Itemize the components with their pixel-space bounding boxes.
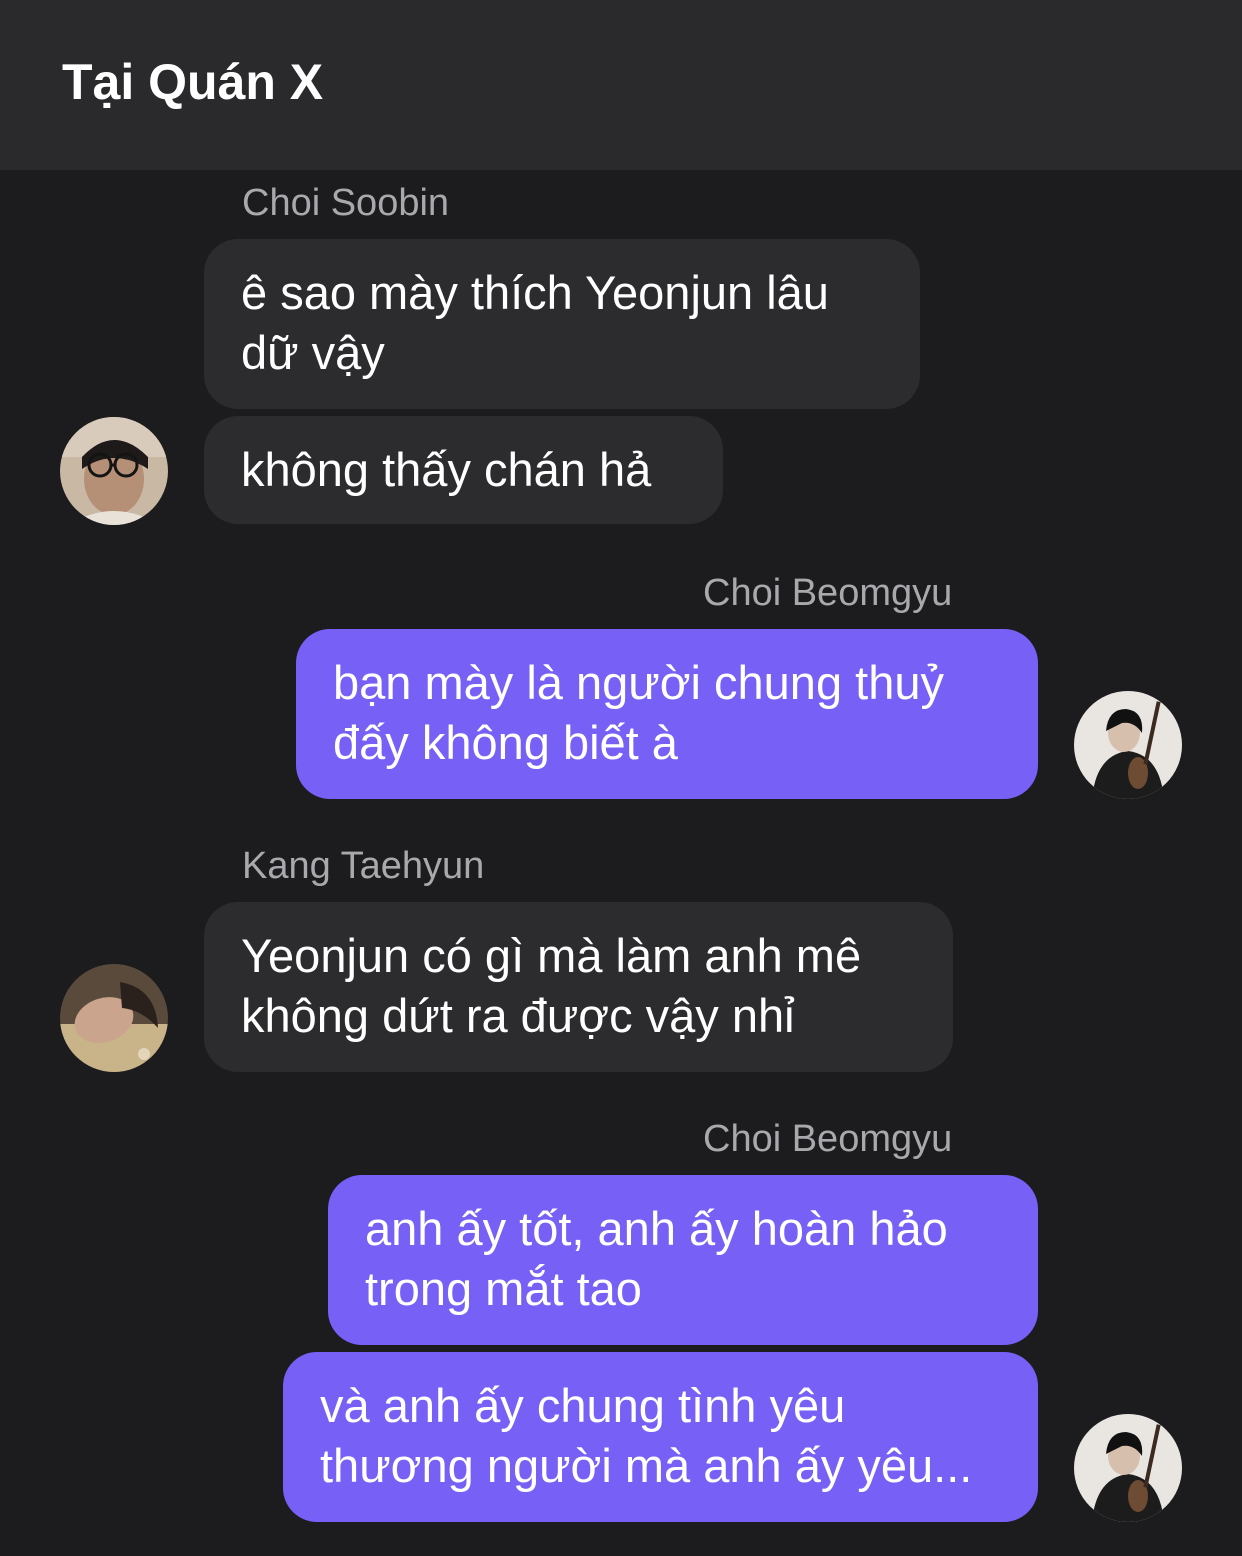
- message-bubble[interactable]: anh ấy tốt, anh ấy hoàn hảo trong mắt ta…: [328, 1175, 1038, 1345]
- message-bubble[interactable]: Yeonjun có gì mà làm anh mê không dứt ra…: [204, 902, 953, 1072]
- avatar-choi-soobin[interactable]: [60, 417, 168, 525]
- avatar-kang-taehyun[interactable]: [60, 964, 168, 1072]
- chat-header: Tại Quán X: [0, 0, 1242, 170]
- message-bubble[interactable]: và anh ấy chung tình yêu thương người mà…: [283, 1352, 1038, 1522]
- message-bubble[interactable]: ê sao mày thích Yeonjun lâu dữ vậy: [204, 239, 920, 409]
- chat-title[interactable]: Tại Quán X: [62, 50, 323, 114]
- sender-name: Choi Beomgyu: [703, 572, 953, 614]
- sender-name: Choi Beomgyu: [703, 1118, 953, 1160]
- sender-name: Choi Soobin: [242, 182, 450, 224]
- message-bubble[interactable]: bạn mày là người chung thuỷ đấy không bi…: [296, 629, 1038, 799]
- sender-name: Kang Taehyun: [242, 845, 485, 887]
- message-bubble[interactable]: không thấy chán hả: [204, 416, 723, 524]
- avatar-choi-beomgyu[interactable]: [1074, 691, 1182, 799]
- avatar-choi-beomgyu[interactable]: [1074, 1414, 1182, 1522]
